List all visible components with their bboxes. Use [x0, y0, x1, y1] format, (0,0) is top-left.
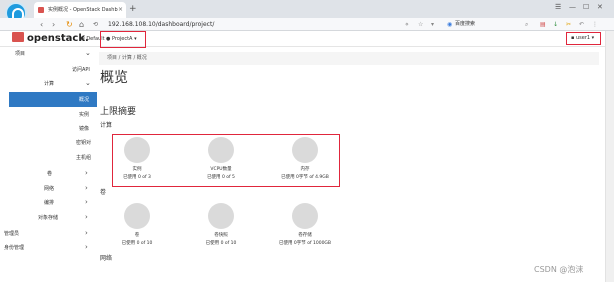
sidebar-item-overview[interactable]: 概况 — [79, 96, 89, 104]
usage-name: 卷快照 — [214, 233, 228, 238]
forward-icon[interactable]: › — [52, 18, 55, 31]
sidebar-item-volumes[interactable]: 卷 — [47, 170, 52, 178]
openstack-logo[interactable]: openstack. — [12, 32, 89, 46]
close-window-button[interactable]: ✕ — [597, 3, 603, 11]
new-tab-button[interactable]: + — [129, 3, 137, 15]
chevron-right-icon[interactable]: › — [85, 184, 88, 192]
volume-group-label: 卷 — [100, 189, 107, 196]
tab-title: 实例概况 - OpenStack Dashb — [48, 7, 118, 13]
chevron-right-icon[interactable]: › — [85, 213, 88, 221]
usage-pie-chart — [208, 137, 234, 163]
breadcrumb: 项目 / 计算 / 概况 — [99, 52, 599, 65]
usage-pie-chart — [124, 203, 150, 229]
csdn-watermark: CSDN @泡沫 — [534, 265, 584, 274]
chevron-down-icon[interactable]: ⌄ — [85, 49, 91, 57]
user-menu-button[interactable]: ▪ user1 ▾ — [566, 32, 601, 45]
usage-pie-chart — [292, 137, 318, 163]
download-icon[interactable]: ↓ — [553, 20, 558, 29]
usage-value: 已使用 0 of 3 — [123, 175, 151, 180]
chevron-down-icon[interactable]: ⌄ — [85, 79, 91, 87]
back-icon[interactable]: ‹ — [40, 18, 43, 31]
home-icon[interactable]: ⌂ — [79, 18, 84, 31]
chevron-right-icon[interactable]: › — [85, 243, 88, 251]
sidebar-item-network[interactable]: 网络 — [44, 185, 54, 193]
sidebar-item-identity[interactable]: 身份管理 — [4, 244, 24, 252]
search-engine-icon: ◉ — [447, 21, 453, 28]
chevron-right-icon[interactable]: › — [85, 229, 88, 237]
usage-value: 已使用 0 of 10 — [121, 241, 153, 246]
compute-group-label: 计算 — [100, 122, 113, 129]
usage-value: 已使用 0 of 5 — [207, 175, 235, 180]
sidebar-item-access-api[interactable]: 访问API — [72, 66, 90, 74]
search-engine-label[interactable]: 百度搜索 — [455, 19, 475, 30]
maximize-button[interactable]: ☐ — [583, 3, 589, 11]
bookmark-star-icon[interactable]: ☆ — [418, 20, 423, 29]
chevron-right-icon[interactable]: › — [85, 169, 88, 177]
network-group-label: 网络 — [100, 255, 113, 262]
browser-tab-bar: 实例概况 - OpenStack Dashb × + ☰ — ☐ ✕ — [0, 0, 614, 24]
usage-value: 已使用 0字节 of 4.9GB — [281, 175, 329, 180]
url-bar[interactable]: 192.168.108.10/dashboard/project/ — [108, 19, 438, 30]
tab-close-icon[interactable]: × — [118, 2, 123, 18]
usage-pie-chart — [124, 137, 150, 163]
usage-name: VCPU数量 — [210, 167, 232, 172]
sidebar-item-instances[interactable]: 实例 — [79, 111, 89, 119]
sidebar-item-compute[interactable]: 计算 — [44, 80, 54, 88]
usage-name: 实例 — [132, 167, 142, 172]
sidebar-item-admin[interactable]: 管理员 — [4, 230, 19, 238]
project-selector[interactable]: ● ProjectA ▾ — [100, 31, 146, 48]
extension-icon[interactable]: ▤ — [540, 20, 546, 29]
openstack-logo-icon — [12, 32, 24, 42]
menu-icon[interactable]: ☰ — [555, 3, 561, 11]
share-icon[interactable]: ⋄ — [405, 20, 409, 29]
sidebar-item-server-groups[interactable]: 主机组 — [76, 154, 91, 162]
usage-name: 卷 — [134, 233, 140, 238]
more-icon[interactable]: ⋮ — [592, 20, 598, 29]
undo-icon[interactable]: ↶ — [579, 20, 584, 29]
usage-name: 卷存储 — [298, 233, 312, 238]
limits-summary-title: 上限摘要 — [100, 107, 137, 117]
tab-favicon-icon — [38, 7, 44, 13]
browser-tab[interactable]: 实例概况 - OpenStack Dashb × — [34, 2, 126, 18]
chevron-right-icon[interactable]: › — [85, 198, 88, 206]
page-scrollbar[interactable] — [605, 31, 614, 282]
usage-pie-chart — [292, 203, 318, 229]
usage-value: 已使用 0字节 of 1000GB — [278, 241, 332, 246]
usage-name: 内存 — [300, 167, 310, 172]
tools-icon[interactable]: ✂ — [566, 20, 571, 29]
sidebar-item-project[interactable]: 项目 — [15, 50, 25, 58]
sidebar-item-keypairs[interactable]: 密钥对 — [76, 139, 91, 147]
dropdown-icon[interactable]: ▾ — [431, 20, 434, 29]
sidebar-item-images[interactable]: 镜像 — [79, 125, 89, 133]
minimize-button[interactable]: — — [569, 3, 576, 11]
search-icon[interactable]: ⌕ — [525, 20, 528, 29]
sidebar-item-orchestration[interactable]: 编排 — [44, 199, 54, 207]
page-title: 概览 — [100, 70, 128, 86]
history-icon[interactable]: ⟲ — [93, 18, 98, 31]
refresh-icon[interactable]: ↻ — [66, 18, 73, 31]
usage-pie-chart — [208, 203, 234, 229]
usage-value: 已使用 0 of 10 — [205, 241, 237, 246]
sidebar-item-object-store[interactable]: 对象存储 — [38, 214, 58, 222]
